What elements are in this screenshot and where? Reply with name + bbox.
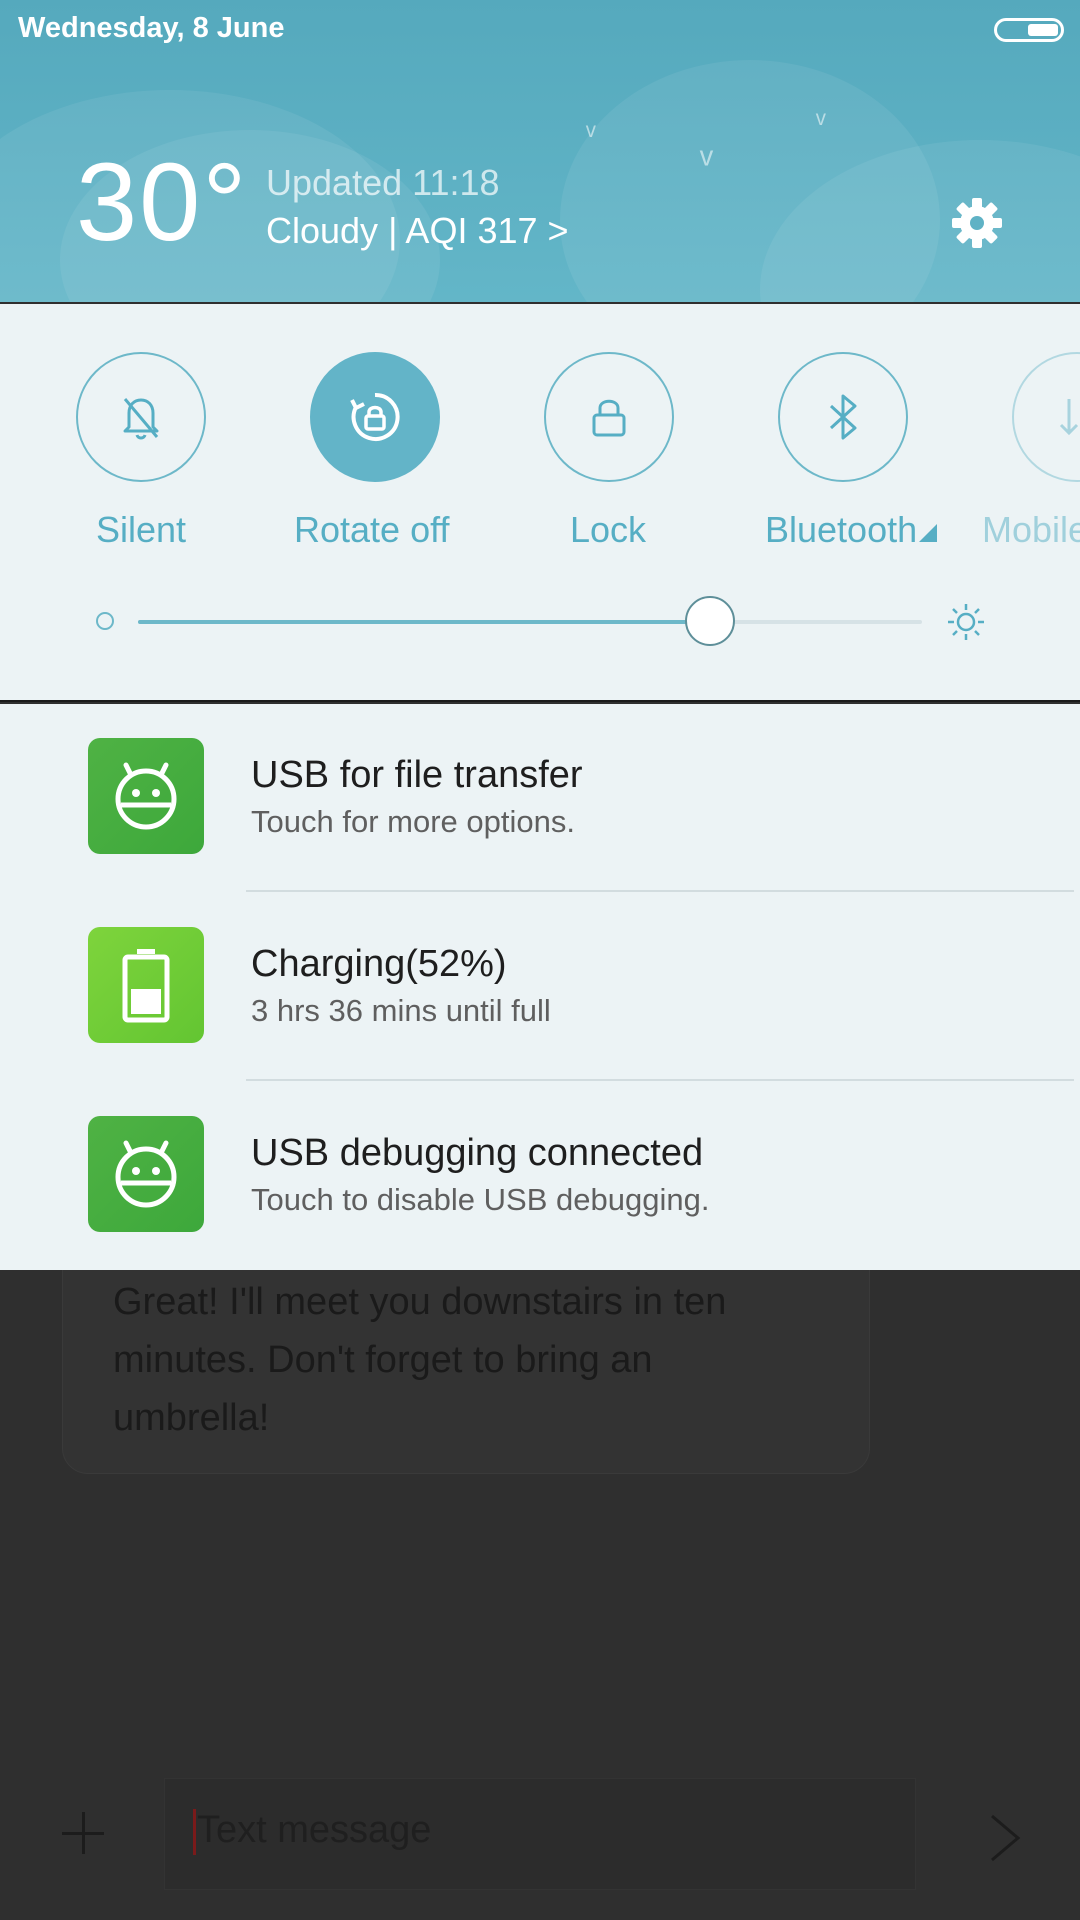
notification-title: USB debugging connected: [251, 1132, 704, 1174]
android-icon: [115, 1140, 177, 1208]
rotate-lock-icon: [350, 392, 400, 441]
notification-title: Charging(52%): [251, 943, 507, 985]
notification-usb-debugging[interactable]: USB debugging connected Touch to disable…: [0, 1082, 1080, 1270]
bluetooth-icon: [829, 394, 857, 440]
bluetooth-label[interactable]: Bluetooth: [765, 509, 938, 551]
battery-status-icon: [994, 18, 1064, 42]
temperature: 30°: [76, 141, 249, 264]
text-message-input[interactable]: Text message: [164, 1778, 916, 1890]
lock-icon: [592, 399, 626, 437]
notification-subtitle: Touch to disable USB debugging.: [251, 1182, 710, 1217]
bluetooth-toggle[interactable]: [778, 352, 908, 482]
bell-off-icon: [123, 398, 159, 440]
mobile-data-label: Mobile: [982, 509, 1080, 550]
notification-title: USB for file transfer: [251, 754, 583, 796]
weather-header[interactable]: ᵛ ᵛ ᵛ Wednesday, 8 June 30° Updated 11:1…: [0, 0, 1080, 302]
notification-usb-file-transfer[interactable]: USB for file transfer Touch for more opt…: [0, 704, 1080, 892]
silent-label: Silent: [96, 509, 187, 550]
mobile-data-toggle[interactable]: [1012, 352, 1080, 482]
message-text: Great! I'll meet you downstairs in ten m…: [113, 1281, 727, 1439]
brightness-slider[interactable]: [138, 596, 922, 646]
silent-toggle[interactable]: [76, 352, 206, 482]
notification-list: USB for file transfer Touch for more opt…: [0, 704, 1080, 1270]
battery-icon: [122, 949, 170, 1023]
notification-app-icon: [88, 927, 204, 1043]
brightness-fill: [138, 620, 711, 624]
brightness-high-icon: [948, 604, 984, 640]
brightness-low-icon: [96, 612, 114, 630]
lock-label: Lock: [570, 509, 647, 550]
brightness-thumb[interactable]: [685, 596, 736, 646]
bluetooth-label-text: Bluetooth: [765, 509, 918, 550]
notification-app-icon: [88, 1116, 204, 1232]
android-icon: [115, 762, 177, 830]
attach-plus-icon[interactable]: [58, 1808, 108, 1858]
notification-subtitle: Touch for more options.: [251, 804, 575, 839]
send-arrow-icon[interactable]: [980, 1808, 1030, 1868]
weather-condition-link[interactable]: Cloudy | AQI 317 >: [266, 210, 569, 252]
bird-icon: ᵛ: [586, 118, 596, 151]
weather-updated-time: Updated 11:18: [266, 162, 500, 203]
date-label: Wednesday, 8 June: [18, 12, 285, 44]
mobile-data-icon: [1059, 399, 1079, 436]
expand-arrow-icon: [919, 524, 938, 542]
rotate-off-toggle[interactable]: [310, 352, 440, 482]
notification-app-icon: [88, 738, 204, 854]
rotate-off-label: Rotate off: [294, 509, 450, 550]
lock-toggle[interactable]: [544, 352, 674, 482]
notification-subtitle: 3 hrs 36 mins until full: [251, 993, 551, 1028]
text-caret: [193, 1809, 196, 1855]
gear-icon[interactable]: [950, 196, 1004, 250]
bird-icon: ᵛ: [816, 106, 826, 139]
text-message-placeholder: Text message: [197, 1809, 432, 1851]
divider: [246, 890, 1074, 892]
notification-charging[interactable]: Charging(52%) 3 hrs 36 mins until full: [0, 893, 1080, 1081]
quick-settings-panel: Silent Rotate off Lock Bluetooth Mobile: [0, 304, 1080, 702]
divider: [246, 1079, 1074, 1081]
bird-icon: ᵛ: [700, 140, 713, 184]
